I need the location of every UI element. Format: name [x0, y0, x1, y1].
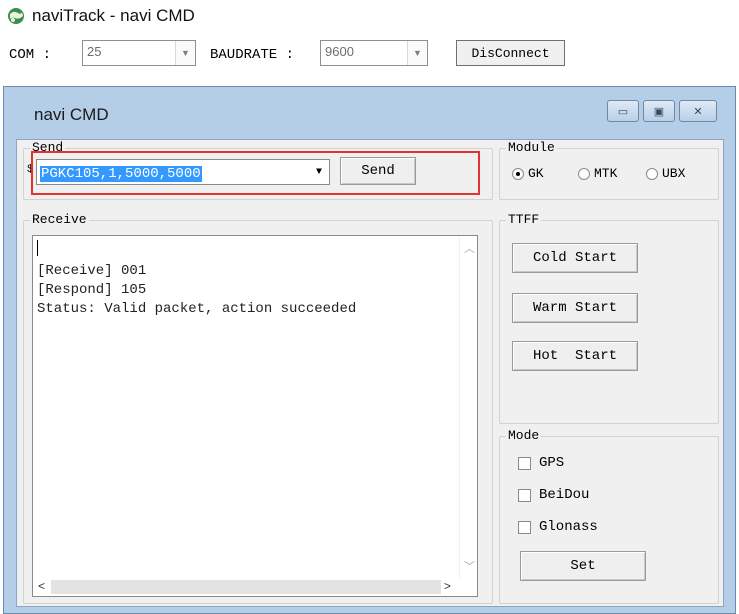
- close-icon[interactable]: ✕: [679, 100, 717, 122]
- checkbox-beidou-box[interactable]: [518, 488, 531, 502]
- app-globe-icon: [8, 8, 24, 24]
- cold-start-button[interactable]: Cold Start: [512, 243, 638, 273]
- scroll-left-icon[interactable]: <: [38, 580, 45, 594]
- module-group: Module GK MTK UBX: [499, 140, 719, 200]
- baudrate-value: 9600: [325, 44, 354, 59]
- module-legend: Module: [506, 140, 557, 155]
- scroll-right-icon[interactable]: >: [444, 580, 451, 594]
- checkbox-glonass[interactable]: Glonass: [518, 519, 598, 535]
- hot-start-button[interactable]: Hot Start: [512, 341, 638, 371]
- warm-start-button[interactable]: Warm Start: [512, 293, 638, 323]
- app-title: naviTrack - navi CMD: [32, 6, 195, 25]
- app-title-bar: naviTrack - navi CMD: [6, 4, 195, 28]
- scroll-up-icon[interactable]: ︿: [464, 240, 475, 256]
- checkbox-beidou-label: BeiDou: [539, 487, 590, 503]
- checkbox-glonass-label: Glonass: [539, 519, 598, 535]
- radio-ubx[interactable]: UBX: [646, 166, 685, 181]
- checkbox-gps-box[interactable]: [518, 456, 531, 470]
- mode-group: Mode GPS BeiDou Glonass Set: [499, 428, 719, 604]
- set-button[interactable]: Set: [520, 551, 646, 581]
- scroll-down-icon[interactable]: ﹀: [464, 558, 475, 574]
- mode-legend: Mode: [506, 428, 542, 443]
- baudrate-select[interactable]: 9600 ▼: [320, 40, 428, 66]
- com-port-value: 25: [87, 44, 102, 59]
- radio-ubx-dot[interactable]: [646, 167, 658, 180]
- vertical-scrollbar[interactable]: ︿ ﹀: [459, 236, 477, 596]
- chevron-down-icon[interactable]: ▼: [175, 41, 195, 65]
- disconnect-button[interactable]: DisConnect: [456, 40, 565, 66]
- window-client-area: Send $ PGKC105,1,5000,5000 ▼ Send Module…: [16, 139, 724, 607]
- receive-legend: Receive: [30, 212, 89, 227]
- radio-gk-dot[interactable]: [512, 167, 524, 180]
- maximize-icon[interactable]: ▣: [643, 100, 675, 122]
- receive-textarea[interactable]: [Receive] 001 [Respond] 105 Status: Vali…: [32, 235, 478, 597]
- chevron-down-icon[interactable]: ▼: [407, 41, 427, 65]
- minimize-icon[interactable]: ▭: [607, 100, 639, 122]
- receive-log: [Receive] 001 [Respond] 105 Status: Vali…: [37, 263, 357, 317]
- com-port-select[interactable]: 25 ▼: [82, 40, 196, 66]
- checkbox-gps-label: GPS: [539, 455, 565, 471]
- child-window-title: navi CMD: [34, 105, 109, 124]
- horizontal-scroll-thumb[interactable]: [51, 580, 441, 594]
- checkbox-beidou[interactable]: BeiDou: [518, 487, 589, 503]
- checkbox-gps[interactable]: GPS: [518, 455, 564, 471]
- radio-mtk-label: MTK: [594, 166, 618, 181]
- checkbox-glonass-box[interactable]: [518, 520, 531, 534]
- baudrate-label: BAUDRATE :: [210, 47, 295, 63]
- highlight-box: [31, 151, 480, 195]
- radio-mtk[interactable]: MTK: [578, 166, 617, 181]
- com-label: COM :: [9, 47, 52, 63]
- ttff-group: TTFF Cold Start Warm Start Hot Start: [499, 212, 719, 424]
- ttff-legend: TTFF: [506, 212, 542, 227]
- window-caption-buttons: ▭ ▣ ✕: [607, 100, 717, 122]
- horizontal-scrollbar[interactable]: < >: [33, 578, 477, 596]
- radio-ubx-label: UBX: [662, 166, 686, 181]
- radio-gk[interactable]: GK: [512, 166, 544, 181]
- receive-group: Receive [Receive] 001 [Respond] 105 Stat…: [23, 212, 493, 604]
- radio-gk-label: GK: [528, 166, 544, 181]
- navi-cmd-window: navi CMD ▭ ▣ ✕ Send $ PGKC105,1,5000,500…: [3, 86, 736, 614]
- radio-mtk-dot[interactable]: [578, 167, 590, 180]
